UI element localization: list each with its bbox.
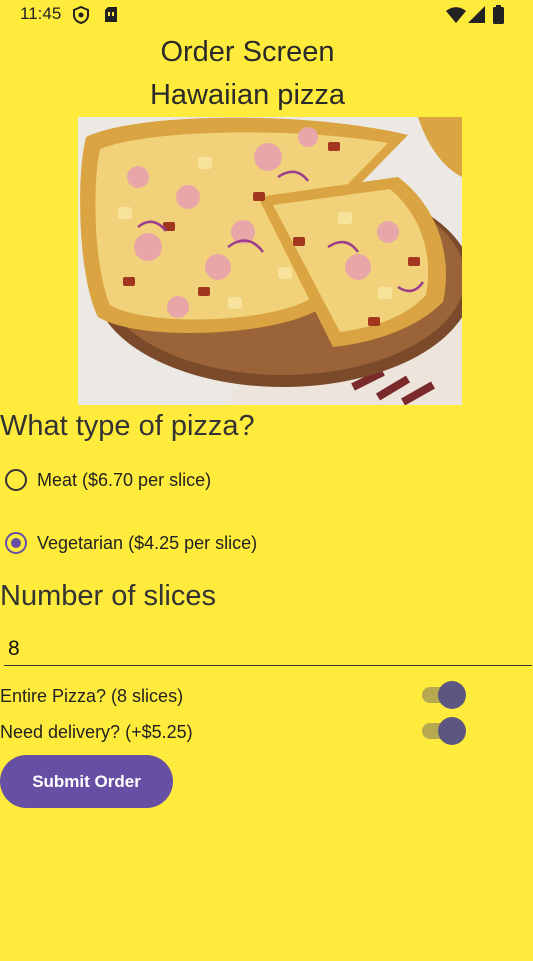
switch-thumb[interactable] (438, 717, 466, 745)
delivery-label: Need delivery? (+$5.25) (0, 722, 193, 742)
slices-input[interactable] (4, 632, 532, 666)
slices-heading: Number of slices (0, 580, 216, 612)
pizza-name: Hawaiian pizza (149, 79, 346, 111)
pizza-image (78, 117, 462, 405)
page-title: Order Screen (160, 36, 335, 68)
radio-label: Meat ($6.70 per slice) (37, 469, 212, 490)
shield-icon (73, 6, 89, 24)
delivery-switch[interactable] (421, 717, 467, 745)
radio-vegetarian[interactable]: Vegetarian ($4.25 per slice) (5, 528, 257, 558)
entire-pizza-switch[interactable] (421, 681, 467, 709)
entire-pizza-label: Entire Pizza? (8 slices) (0, 686, 184, 706)
radio-button[interactable] (5, 532, 27, 554)
radio-button[interactable] (5, 469, 27, 491)
pizza-type-heading: What type of pizza? (0, 410, 255, 442)
switch-thumb[interactable] (438, 681, 466, 709)
submit-order-button[interactable]: Submit Order (0, 755, 173, 808)
status-bar: 11:45 (0, 0, 533, 30)
signal-icon (468, 6, 485, 23)
radio-label: Vegetarian ($4.25 per slice) (37, 532, 258, 553)
wifi-icon (446, 7, 466, 23)
battery-icon (493, 5, 504, 24)
radio-meat[interactable]: Meat ($6.70 per slice) (5, 465, 211, 495)
sim-card-icon (105, 7, 117, 22)
status-time: 11:45 (20, 4, 62, 23)
